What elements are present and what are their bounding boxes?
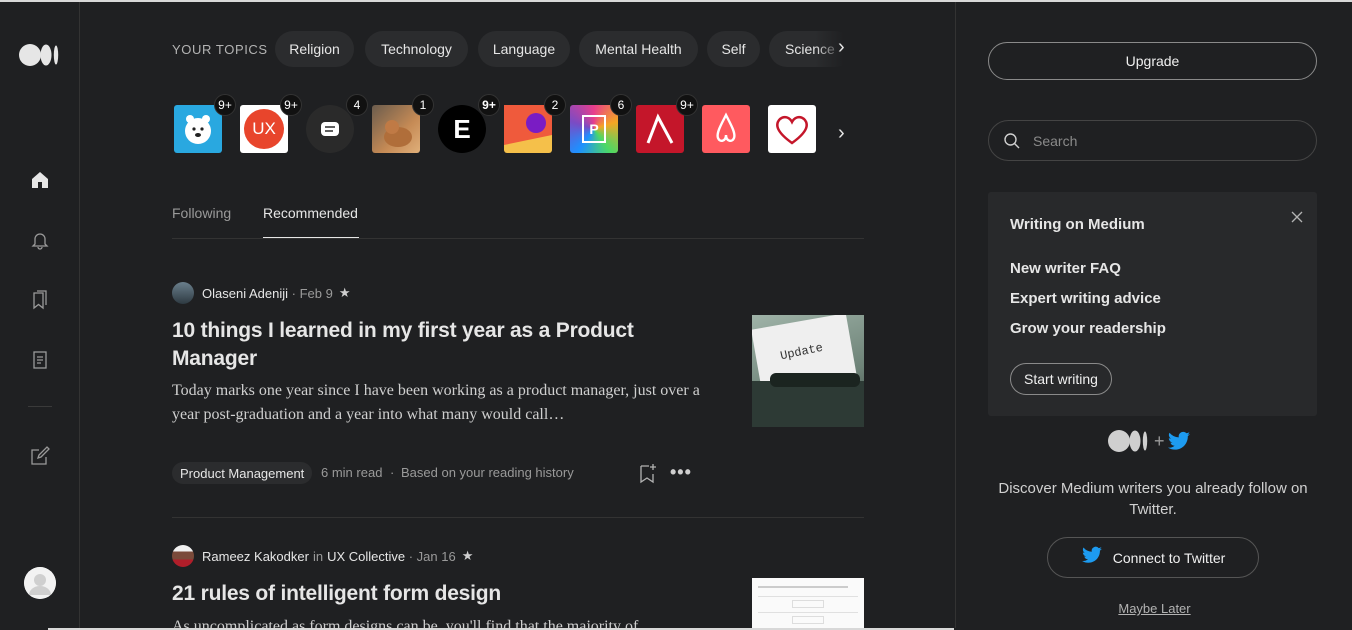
more-options-icon[interactable]: ••• (670, 462, 692, 483)
home-icon[interactable] (28, 168, 52, 192)
connect-twitter-label: Connect to Twitter (1112, 549, 1226, 566)
publication-avatar[interactable]: UX 9+ (240, 94, 302, 153)
medium-twitter-logos: + (1108, 429, 1191, 453)
plus-sign: + (1154, 430, 1165, 451)
unread-badge: 9+ (478, 94, 500, 116)
bell-icon[interactable] (28, 228, 52, 252)
p-logo-icon: P (582, 115, 606, 143)
profile-avatar[interactable] (24, 567, 56, 599)
author-name[interactable]: Rameez Kakodker (202, 549, 309, 564)
publication-avatar[interactable]: P 6 (570, 94, 632, 153)
read-time: 6 min read (321, 465, 383, 480)
tab-recommended[interactable]: Recommended (263, 205, 358, 221)
topic-pill[interactable]: Mental Health (579, 31, 698, 67)
unread-badge: 9+ (280, 94, 302, 116)
search-icon (1004, 132, 1020, 148)
post-excerpt[interactable]: As uncomplicated as form designs can be,… (172, 615, 702, 628)
write-icon[interactable] (28, 444, 52, 468)
recommendation-reason: Based on your reading history (401, 465, 574, 480)
tabs-divider (172, 238, 864, 239)
tab-following[interactable]: Following (172, 205, 231, 221)
publication-avatar[interactable]: 1 (372, 94, 434, 153)
publication-avatar[interactable]: E 9+ (438, 94, 500, 153)
in-label: in (312, 548, 324, 564)
unread-badge: 9+ (676, 94, 698, 116)
post-author-row: Olaseni Adeniji · Feb 9 ★ (172, 282, 350, 304)
medium-logo-icon (1108, 430, 1148, 452)
author-avatar[interactable] (172, 545, 194, 567)
bookmarks-icon[interactable] (28, 288, 52, 312)
tag-chip[interactable]: Product Management (172, 462, 313, 484)
unread-badge: 4 (346, 94, 368, 116)
publication-avatar[interactable]: 9+ (636, 94, 698, 153)
publication-name[interactable]: UX Collective (327, 549, 405, 564)
unread-badge: 1 (412, 94, 434, 116)
start-writing-button[interactable]: Start writing (1010, 363, 1112, 395)
author-avatar[interactable] (172, 282, 194, 304)
planet-logo-icon (504, 105, 552, 145)
unread-badge: 2 (544, 94, 566, 116)
post-thumbnail[interactable]: Update (752, 315, 864, 427)
e-logo-icon: E (453, 113, 471, 144)
chat-bubble-icon (321, 122, 339, 136)
heart-logo-icon (776, 115, 808, 145)
meta-dot: · (390, 465, 395, 480)
post-thumbnail[interactable] (752, 578, 864, 628)
member-star-icon: ★ (338, 285, 351, 300)
ux-logo-icon: UX (244, 109, 284, 149)
left-nav-rail (0, 2, 80, 628)
maybe-later-link[interactable]: Maybe Later (956, 601, 1352, 616)
post-title[interactable]: 21 rules of intelligent form design (172, 580, 692, 608)
post-divider (172, 517, 864, 518)
stories-icon[interactable] (28, 348, 52, 372)
search-input[interactable] (1031, 131, 1295, 150)
medium-logo-icon[interactable] (19, 42, 61, 68)
discover-text: Discover Medium writers you already foll… (998, 480, 1308, 518)
expert-writing-advice-link[interactable]: Expert writing advice (1010, 290, 1161, 307)
rail-divider (28, 406, 52, 407)
publication-avatar[interactable]: 2 (504, 94, 566, 153)
chevron-right-icon[interactable]: › (838, 122, 845, 145)
active-tab-underline (263, 237, 359, 238)
unread-badge: 6 (610, 94, 632, 116)
member-star-icon: ★ (461, 548, 474, 563)
main-feed: YOUR TOPICS Religion Technology Language… (80, 2, 954, 628)
post-title[interactable]: 10 things I learned in my first year as … (172, 317, 692, 373)
publication-avatar[interactable]: 9+ (174, 94, 236, 153)
airbnb-logo-icon (716, 112, 736, 143)
twitter-icon (1167, 431, 1190, 450)
writing-on-medium-card: Writing on Medium New writer FAQ Expert … (988, 192, 1317, 416)
topic-pill[interactable]: Technology (365, 31, 468, 67)
topic-pill[interactable]: Language (478, 31, 570, 67)
author-name[interactable]: Olaseni Adeniji (202, 286, 288, 301)
new-writer-faq-link[interactable]: New writer FAQ (1010, 260, 1121, 277)
upgrade-button[interactable]: Upgrade (988, 42, 1317, 80)
card-title: Writing on Medium (1010, 216, 1145, 233)
bookmark-add-icon[interactable] (638, 462, 658, 489)
cat-photo-icon (384, 120, 412, 147)
lambda-logo-icon (646, 113, 674, 144)
post-date: Feb 9 (299, 285, 333, 301)
post-date: Jan 16 (416, 548, 456, 564)
publication-avatar[interactable] (768, 105, 816, 153)
unread-badge: 9+ (214, 94, 236, 116)
publication-avatar[interactable] (702, 105, 750, 153)
topics-label: YOUR TOPICS (172, 42, 268, 57)
twitter-icon (1081, 546, 1102, 563)
connect-twitter-button[interactable]: Connect to Twitter (1047, 537, 1259, 578)
post-author-row: Rameez Kakodker in UX Collective · Jan 1… (172, 545, 473, 567)
post-excerpt[interactable]: Today marks one year since I have been w… (172, 379, 702, 427)
publication-avatar[interactable]: 4 (306, 94, 368, 153)
topic-pill[interactable]: Religion (275, 31, 354, 67)
search-box (988, 120, 1317, 161)
chevron-right-icon[interactable]: › (838, 36, 845, 59)
grow-readership-link[interactable]: Grow your readership (1010, 320, 1166, 337)
right-sidebar: Upgrade Writing on Medium New writer FAQ… (955, 2, 1352, 628)
close-icon[interactable] (1291, 210, 1303, 228)
topic-pill[interactable]: Self (707, 31, 760, 67)
